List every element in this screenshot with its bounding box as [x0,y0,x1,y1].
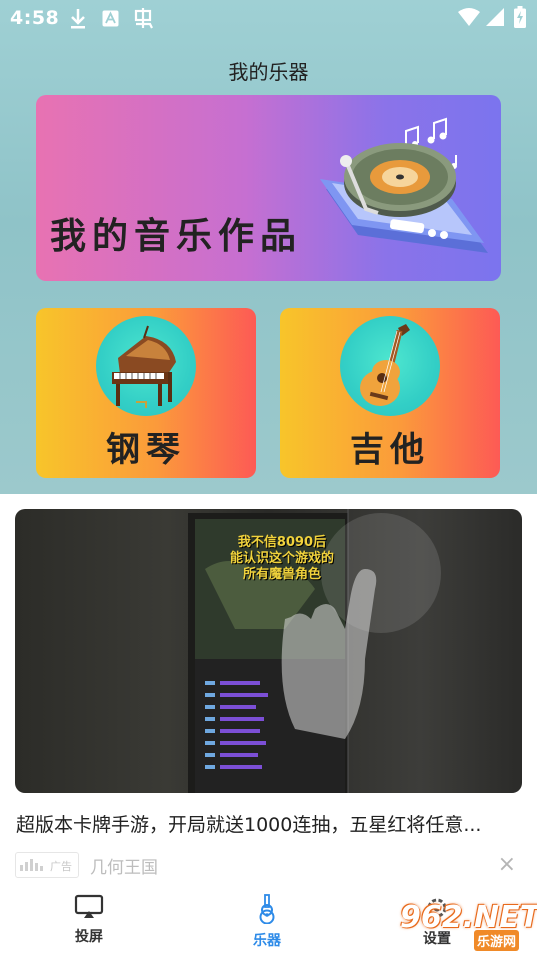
wifi-icon [458,8,480,30]
watermark-sub: 乐游网 [474,930,520,951]
battery-charging-icon [514,6,526,32]
text-a-icon [102,10,119,31]
piano-label: 钢琴 [106,430,186,470]
ad-logo-icon [20,859,43,871]
ad-caption-line: 能认识这个游戏的 [229,551,334,566]
guitar-icon [340,316,440,416]
watermark-logo: 962.NET 乐游网 [398,890,537,952]
guitar-label: 吉他 [350,430,430,470]
nav-item-cast[interactable]: 投屏 [54,894,124,946]
piano-icon [96,316,196,416]
ad-video-caption: 我不信8090后 能认识这个游戏的 所有魔兽角色 [227,535,337,583]
works-banner-label: 我的音乐作品 [50,216,303,257]
status-time: 4:58 [10,7,60,29]
ad-caption-line: 我不信8090后 [237,535,327,550]
ad-badge: 广告 [15,852,79,878]
ad-source: 几何王国 [90,858,158,878]
bug-icon [132,6,156,34]
ad-badge-label: 广告 [50,860,72,873]
nav-item-instruments[interactable]: 乐器 [232,894,302,950]
guitar-card[interactable]: 吉他 [280,308,500,478]
signal-icon [486,8,504,30]
ad-title[interactable]: 超版本卡牌手游，开局就送1000连抽，五星红将任意... [16,810,526,837]
ad-meta: 广告 几何王国 × [15,852,522,880]
piano-card[interactable]: 钢琴 [36,308,256,478]
cast-screen-icon [74,894,104,918]
my-music-works-banner[interactable]: 我的音乐作品 [36,95,501,281]
ad-video[interactable]: 我不信8090后 能认识这个游戏的 所有魔兽角色 [15,509,522,793]
ad-close-button[interactable]: × [498,852,516,877]
nav-label-cast: 投屏 [75,929,103,945]
top-area: 4:58 我的乐器 我的音乐作品 钢琴 吉他 [0,0,537,494]
nav-label-instruments: 乐器 [253,933,281,949]
guitar-nav-icon [259,894,275,925]
ad-caption-line: 所有魔兽角色 [242,567,321,582]
download-icon [68,8,88,34]
record-player-phone-illustration [306,117,496,271]
page-title: 我的乐器 [228,60,309,84]
status-bar: 4:58 [0,0,537,38]
